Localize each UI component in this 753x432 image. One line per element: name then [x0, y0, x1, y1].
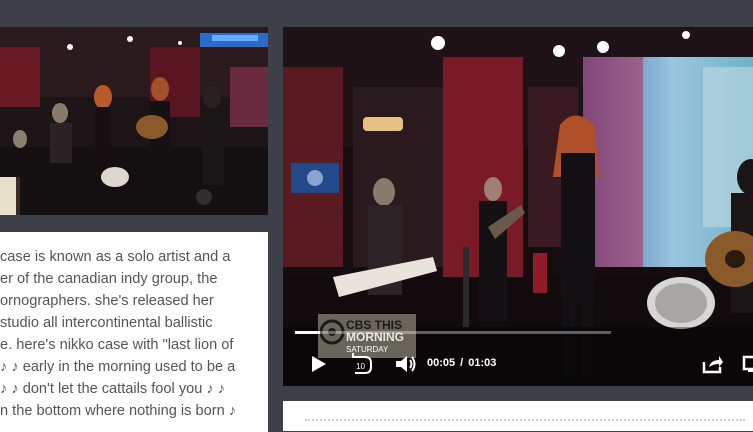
volume-button[interactable]: [393, 350, 419, 378]
progress-fill: [295, 331, 321, 334]
time-separator: /: [460, 357, 464, 369]
video-player[interactable]: CBS THIS MORNING SATURDAY 10 00:05/01:03: [283, 27, 753, 386]
fullscreen-button[interactable]: [741, 350, 753, 378]
fullscreen-icon: [742, 355, 753, 372]
transcript-line: e. here's nikko case with "last lion of: [0, 337, 234, 353]
play-button[interactable]: [307, 350, 331, 378]
transcript-line: studio all intercontinental ballistic: [0, 315, 213, 331]
play-icon: [312, 356, 326, 372]
progress-bar[interactable]: [295, 331, 611, 334]
thumbnail-scene: [0, 27, 268, 215]
time-display: 00:05 / 01:03: [427, 357, 496, 369]
replay-10-button[interactable]: 10: [349, 350, 375, 378]
transcript-line: case is known as a solo artist and a: [0, 249, 231, 265]
transcript-card: case is known as a solo artist and a er …: [0, 232, 268, 432]
transcript-line: n the bottom where nothing is born ♪: [0, 403, 237, 419]
video-thumbnail[interactable]: [0, 27, 268, 215]
volume-icon: [396, 356, 416, 372]
current-time: 00:05: [427, 357, 456, 369]
article-text-preview: [305, 419, 745, 424]
transcript-line: ♪ ♪ early in the morning used to be a: [0, 359, 236, 375]
transcript-text: case is known as a solo artist and a er …: [0, 246, 268, 422]
replay-seconds-label: 10: [356, 362, 365, 371]
share-button[interactable]: [700, 350, 726, 378]
transcript-line: er of the canadian indy group, the: [0, 271, 218, 287]
transcript-line: ornographers. she's released her: [0, 293, 214, 309]
duration: 01:03: [468, 357, 497, 369]
article-card: [283, 401, 753, 431]
share-icon: [702, 356, 723, 374]
replay-10-icon: 10: [352, 353, 372, 374]
transcript-line: ♪ ♪ don't let the cattails fool you ♪ ♪: [0, 381, 226, 397]
